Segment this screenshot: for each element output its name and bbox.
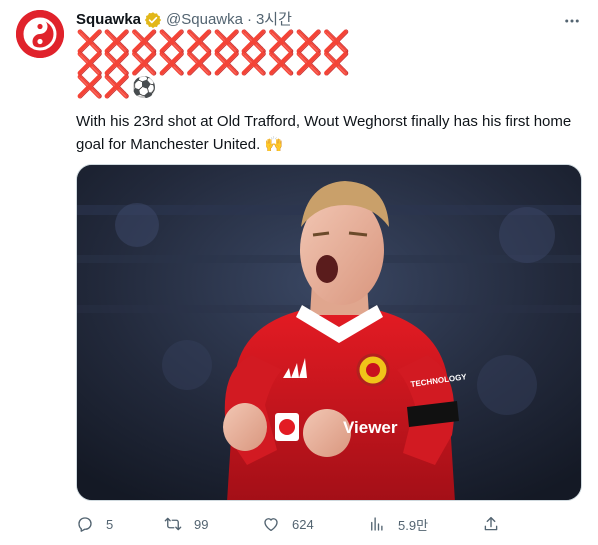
handle[interactable]: @Squawka	[166, 10, 243, 30]
soccer-ball-icon: ⚽	[131, 75, 157, 99]
like-button[interactable]: 624	[262, 512, 314, 536]
avatar[interactable]	[16, 10, 64, 58]
player-celebration-image: Viewer TECHNOLOGY	[77, 165, 581, 500]
reply-count: 5	[106, 516, 114, 532]
cross-mark-line-1: ❌❌❌❌❌❌❌❌❌❌	[76, 30, 350, 55]
shirt-sponsor-text: Viewer	[343, 418, 398, 437]
tweet-actions: 5 99 624 5.9만	[76, 512, 582, 536]
tweet-header: Squawka @Squawka · 3시간	[76, 10, 292, 30]
cross-mark-line-2: ❌❌❌❌❌❌❌❌❌❌	[76, 52, 350, 77]
tweet-body: With his 23rd shot at Old Trafford, Wout…	[76, 113, 572, 153]
share-button[interactable]	[482, 512, 500, 536]
reply-icon	[78, 517, 92, 532]
tweet[interactable]: Squawka @Squawka · 3시간 ❌❌❌❌❌❌❌❌❌❌ ❌❌❌❌❌❌…	[0, 0, 598, 545]
views-count: 5.9만	[398, 517, 429, 533]
like-count: 624	[292, 516, 314, 532]
share-icon	[484, 516, 498, 531]
verified-badge-icon[interactable]	[144, 11, 162, 29]
more-dots-icon	[565, 19, 579, 23]
views-button[interactable]: 5.9만	[368, 512, 428, 536]
cross-mark-line-3-text: ❌❌	[76, 75, 131, 100]
separator: ·	[246, 11, 252, 28]
tweet-photo[interactable]: Viewer TECHNOLOGY	[76, 164, 582, 501]
raised-hands-icon: 🙌	[264, 135, 284, 153]
squawka-logo-icon	[16, 10, 64, 58]
heart-icon	[264, 518, 278, 532]
retweet-icon	[164, 517, 182, 531]
tweet-text: With his 23rd shot at Old Trafford, Wout…	[76, 111, 576, 156]
display-name[interactable]: Squawka	[76, 10, 141, 30]
reply-button[interactable]: 5	[76, 512, 113, 536]
cross-mark-line-3: ❌❌⚽	[76, 75, 350, 100]
cross-mark-emoji-lines: ❌❌❌❌❌❌❌❌❌❌ ❌❌❌❌❌❌❌❌❌❌ ❌❌⚽	[76, 30, 350, 100]
timestamp[interactable]: 3시간	[256, 10, 292, 30]
retweet-button[interactable]: 99	[164, 512, 208, 536]
views-chart-icon	[371, 517, 383, 531]
more-options-button[interactable]	[560, 9, 584, 33]
retweet-count: 99	[194, 516, 209, 532]
